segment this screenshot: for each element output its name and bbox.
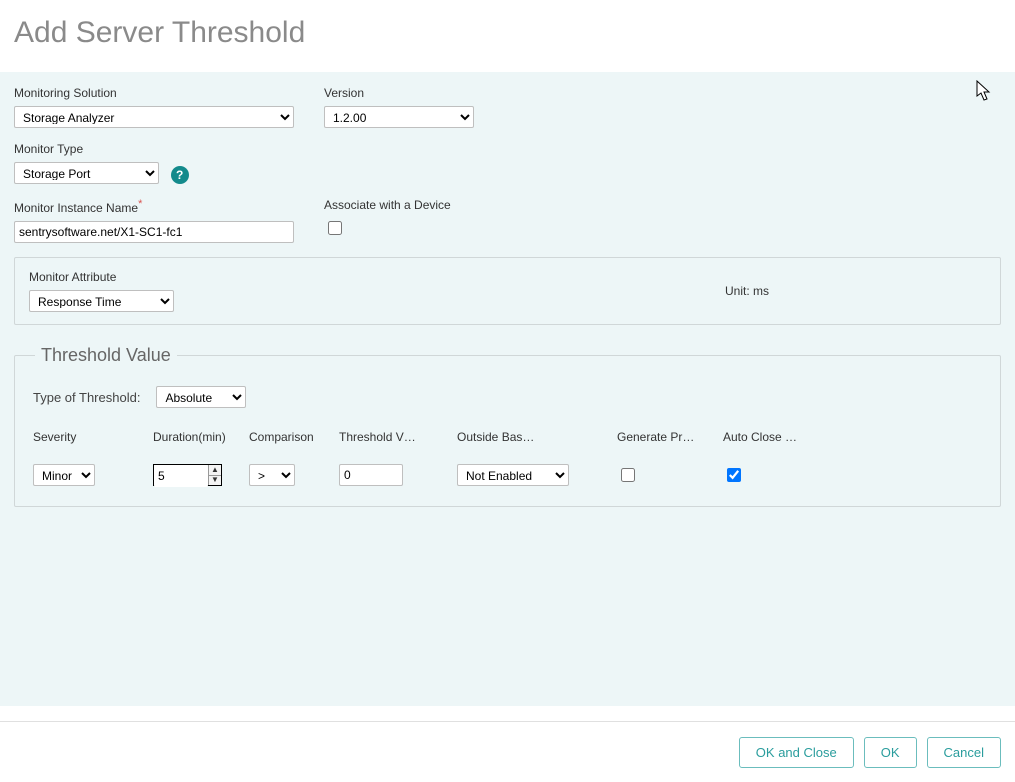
unit-display: Unit: ms — [725, 284, 769, 298]
ok-button[interactable]: OK — [864, 737, 917, 768]
outside-baseline-select[interactable]: Not Enabled — [457, 464, 569, 486]
outside-baseline-header: Outside Bas… — [457, 430, 617, 444]
generate-pr-checkbox[interactable] — [621, 468, 635, 482]
monitor-attribute-label: Monitor Attribute — [29, 270, 986, 284]
threshold-value-input[interactable] — [339, 464, 403, 486]
comparison-header: Comparison — [249, 430, 339, 444]
monitor-attribute-panel: Monitor Attribute Response Time Unit: ms — [14, 257, 1001, 325]
severity-select[interactable]: Minor — [33, 464, 95, 486]
unit-prefix: Unit: — [725, 284, 753, 298]
spinner-down-icon[interactable]: ▼ — [209, 476, 221, 486]
severity-header: Severity — [33, 430, 153, 444]
duration-header: Duration(min) — [153, 430, 249, 444]
type-of-threshold-label: Type of Threshold: — [33, 390, 140, 405]
monitor-attribute-select[interactable]: Response Time — [29, 290, 174, 312]
monitor-instance-name-label-text: Monitor Instance Name — [14, 201, 138, 215]
generate-pr-header: Generate Pr… — [617, 430, 723, 444]
monitor-instance-name-label: Monitor Instance Name* — [14, 198, 324, 215]
ok-and-close-button[interactable]: OK and Close — [739, 737, 854, 768]
duration-input[interactable] — [154, 465, 208, 487]
threshold-value-fieldset: Threshold Value Type of Threshold: Absol… — [14, 345, 1001, 507]
dialog-header: Add Server Threshold — [0, 0, 1015, 72]
cancel-button[interactable]: Cancel — [927, 737, 1001, 768]
monitor-type-label: Monitor Type — [14, 142, 324, 156]
duration-spinner[interactable]: ▲ ▼ — [153, 464, 222, 486]
page-title: Add Server Threshold — [14, 16, 1001, 50]
monitoring-solution-label: Monitoring Solution — [14, 86, 324, 100]
threshold-legend: Threshold Value — [35, 345, 177, 366]
version-label: Version — [324, 86, 634, 100]
dialog-footer: OK and Close OK Cancel — [0, 721, 1015, 782]
comparison-select[interactable]: > — [249, 464, 295, 486]
associate-device-checkbox[interactable] — [328, 221, 342, 235]
type-of-threshold-select[interactable]: Absolute — [156, 386, 246, 408]
form-area: Monitoring Solution Storage Analyzer Ver… — [0, 72, 1015, 706]
help-icon[interactable]: ? — [171, 166, 189, 184]
spinner-up-icon[interactable]: ▲ — [209, 465, 221, 476]
monitor-type-select[interactable]: Storage Port — [14, 162, 159, 184]
monitor-instance-name-input[interactable] — [14, 221, 294, 243]
unit-value: ms — [753, 284, 769, 298]
auto-close-header: Auto Close … — [723, 430, 829, 444]
monitoring-solution-select[interactable]: Storage Analyzer — [14, 106, 294, 128]
auto-close-checkbox[interactable] — [727, 468, 741, 482]
threshold-grid: Severity Minor Duration(min) ▲ ▼ — [33, 430, 982, 486]
version-select[interactable]: 1.2.00 — [324, 106, 474, 128]
threshold-value-header: Threshold V… — [339, 430, 457, 444]
required-asterisk-icon: * — [138, 198, 142, 210]
associate-device-label: Associate with a Device — [324, 198, 634, 212]
